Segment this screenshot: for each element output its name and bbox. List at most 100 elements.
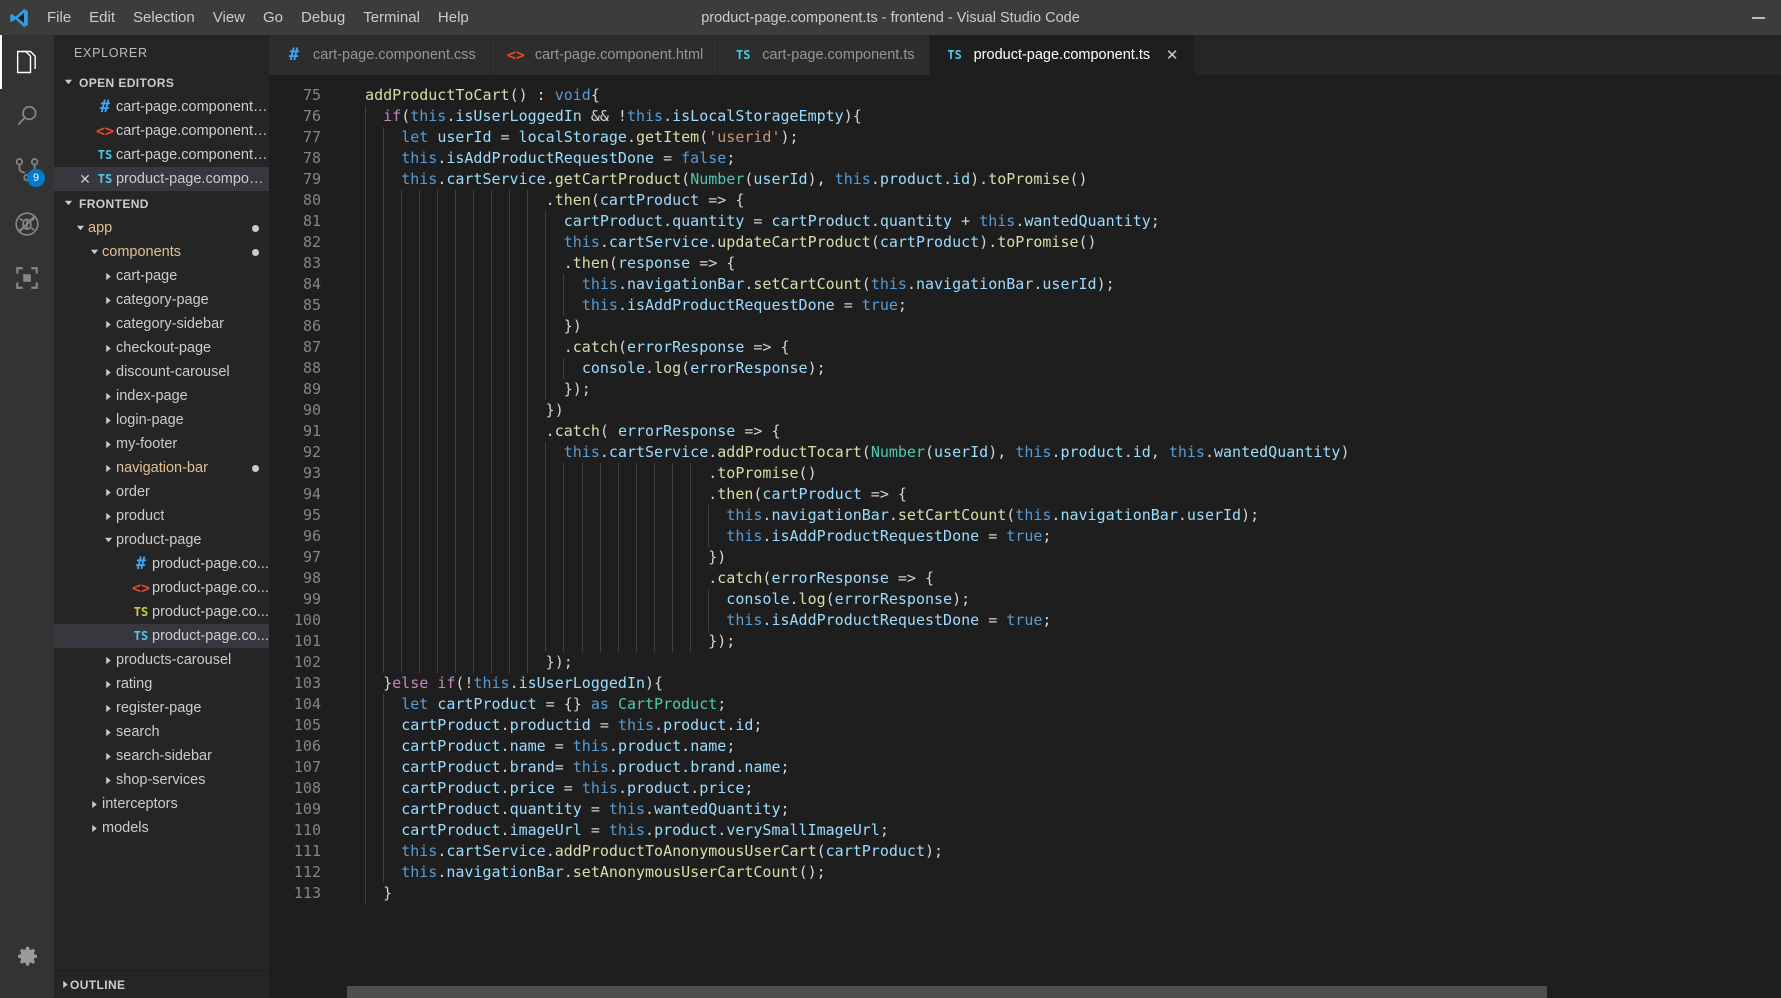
code-editor[interactable]: 75 addProductToCart() : void{76 if(this.… [269, 75, 1781, 998]
open-editor-item-selected[interactable]: ✕ TS product-page.compon... [54, 167, 269, 191]
open-editor-label: cart-page.component.... [115, 147, 269, 163]
menu-help[interactable]: Help [429, 0, 478, 35]
open-editor-label: cart-page.component.... [115, 99, 269, 115]
sidebar-title: EXPLORER [74, 45, 148, 60]
chevron-right-icon [61, 978, 70, 992]
tree-file[interactable]: TS product-page.co... [54, 600, 269, 624]
tree-folder[interactable]: register-page [54, 696, 269, 720]
tree-folder[interactable]: rating [54, 672, 269, 696]
chevron-down-icon [72, 224, 88, 233]
tree-folder[interactable]: search-sidebar [54, 744, 269, 768]
tree-file[interactable]: # product-page.co... [54, 552, 269, 576]
editor-tab-bar: # cart-page.component.css <> cart-page.c… [269, 35, 1781, 75]
tab-cart-page-html[interactable]: <> cart-page.component.html [490, 35, 719, 75]
tree-item-label: shop-services [116, 772, 206, 788]
menu-selection[interactable]: Selection [124, 0, 204, 35]
tree-folder[interactable]: cart-page [54, 264, 269, 288]
section-frontend[interactable]: FRONTEND [54, 191, 269, 216]
section-outline[interactable]: OUTLINE [54, 970, 269, 998]
modified-dot [252, 224, 259, 232]
tree-item-label: product [116, 508, 165, 524]
chevron-right-icon [100, 464, 116, 473]
open-editor-item[interactable]: TS cart-page.component.... [54, 143, 269, 167]
source-code[interactable]: 75 addProductToCart() : void{76 if(this.… [269, 75, 1781, 904]
tree-folder[interactable]: products-carousel [54, 648, 269, 672]
chevron-right-icon [100, 416, 116, 425]
css-file-icon: # [288, 45, 300, 65]
tree-folder[interactable]: search [54, 720, 269, 744]
code-scroll-container[interactable]: 75 addProductToCart() : void{76 if(this.… [269, 75, 1781, 998]
tree-item-label: cart-page [116, 268, 178, 284]
activity-manage-settings[interactable] [0, 930, 54, 984]
menu-debug[interactable]: Debug [292, 0, 354, 35]
tree-item-label: search-sidebar [116, 748, 212, 764]
tree-folder[interactable]: checkout-page [54, 336, 269, 360]
menu-edit[interactable]: Edit [80, 0, 124, 35]
files-icon [13, 48, 41, 76]
ts-file-icon: TS [133, 629, 149, 643]
tree-folder[interactable]: index-page [54, 384, 269, 408]
tree-item-label: navigation-bar [116, 460, 208, 476]
tree-item-label: components [102, 244, 181, 260]
open-editor-label: product-page.compon... [115, 171, 269, 187]
tree-folder[interactable]: category-sidebar [54, 312, 269, 336]
chevron-right-icon [100, 440, 116, 449]
extensions-icon [14, 265, 40, 291]
tree-folder[interactable]: app [54, 216, 269, 240]
file-tree: app components cart-page category-page categ… [54, 216, 269, 970]
open-editor-item[interactable]: <> cart-page.component.... [54, 119, 269, 143]
tree-folder[interactable]: models [54, 816, 269, 840]
sidebar: EXPLORER OPEN EDITORS # cart-page.compon… [54, 35, 269, 998]
minimize-button[interactable] [1735, 0, 1781, 35]
vscode-window: File Edit Selection View Go Debug Termin… [0, 0, 1781, 998]
tree-folder[interactable]: interceptors [54, 792, 269, 816]
chevron-right-icon [100, 512, 116, 521]
tree-folder[interactable]: components [54, 240, 269, 264]
horizontal-scrollbar[interactable] [347, 986, 1781, 998]
tree-item-label: login-page [116, 412, 184, 428]
horizontal-scrollbar-thumb[interactable] [347, 986, 1547, 998]
menu-go[interactable]: Go [254, 0, 292, 35]
window-controls [1735, 0, 1781, 35]
tab-cart-page-css[interactable]: # cart-page.component.css [269, 35, 491, 75]
chevron-right-icon [100, 368, 116, 377]
html-file-icon: <> [506, 46, 525, 64]
tree-folder[interactable]: my-footer [54, 432, 269, 456]
tree-item-label: product-page.co... [152, 556, 269, 572]
close-icon[interactable]: ✕ [76, 171, 94, 188]
tree-folder[interactable]: login-page [54, 408, 269, 432]
tree-folder[interactable]: discount-carousel [54, 360, 269, 384]
tree-item-label: register-page [116, 700, 202, 716]
tab-cart-page-ts[interactable]: TS cart-page.component.ts [718, 35, 930, 75]
menu-view[interactable]: View [204, 0, 254, 35]
chevron-down-icon [86, 248, 102, 257]
tree-file[interactable]: <> product-page.co... [54, 576, 269, 600]
menu-terminal[interactable]: Terminal [354, 0, 429, 35]
activity-extensions[interactable] [0, 251, 54, 305]
tree-file[interactable]: TS product-page.co... [54, 624, 269, 648]
tab-product-page-ts[interactable]: TS product-page.component.ts ✕ [929, 35, 1196, 75]
activity-source-control[interactable]: 9 [0, 143, 54, 197]
vscode-logo-icon [0, 7, 38, 29]
tree-folder[interactable]: order [54, 480, 269, 504]
tree-folder[interactable]: product-page [54, 528, 269, 552]
chevron-right-icon [100, 320, 116, 329]
gear-icon [15, 945, 40, 970]
activity-explorer[interactable] [0, 35, 54, 89]
tree-folder[interactable]: shop-services [54, 768, 269, 792]
tab-close-icon[interactable]: ✕ [1164, 46, 1180, 64]
section-open-editors[interactable]: OPEN EDITORS [54, 70, 269, 95]
chevron-down-icon [100, 536, 116, 545]
tree-item-label: app [88, 220, 113, 236]
activity-debug[interactable] [0, 197, 54, 251]
open-editor-item[interactable]: # cart-page.component.... [54, 95, 269, 119]
tree-item-label: product-page [116, 532, 202, 548]
tree-folder[interactable]: navigation-bar [54, 456, 269, 480]
tree-folder[interactable]: product [54, 504, 269, 528]
activity-search[interactable] [0, 89, 54, 143]
editor-group: # cart-page.component.css <> cart-page.c… [269, 35, 1781, 998]
search-icon [13, 102, 41, 130]
tree-folder[interactable]: category-page [54, 288, 269, 312]
menu-file[interactable]: File [38, 0, 80, 35]
chevron-right-icon [86, 824, 102, 833]
